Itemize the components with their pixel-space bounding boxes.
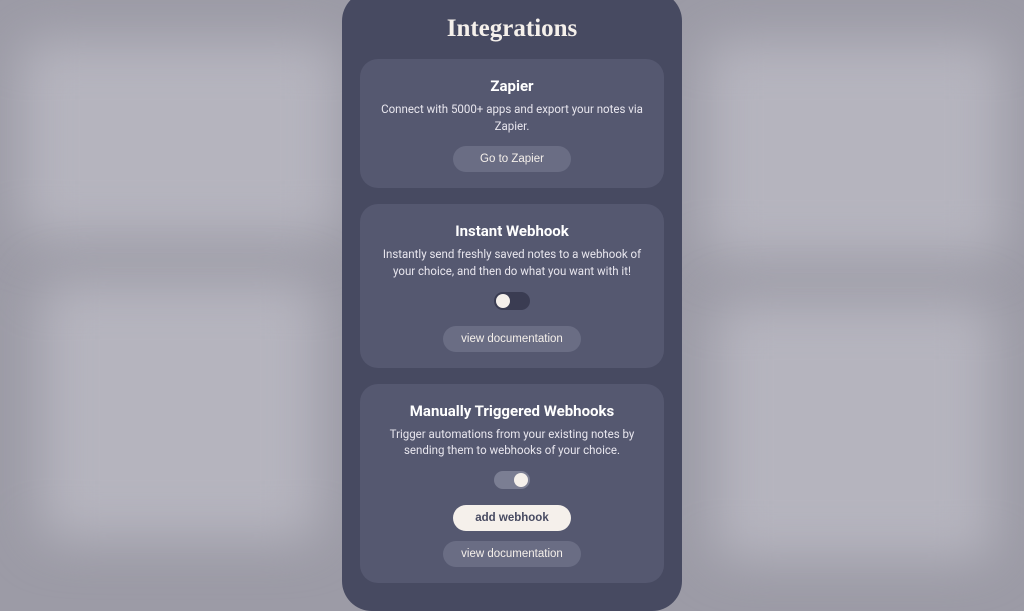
zapier-description: Connect with 5000+ apps and export your … bbox=[374, 101, 650, 134]
zapier-title: Zapier bbox=[374, 77, 650, 95]
add-webhook-button[interactable]: add webhook bbox=[453, 505, 571, 531]
instant-webhook-description: Instantly send freshly saved notes to a … bbox=[374, 246, 650, 279]
instant-webhook-title: Instant Webhook bbox=[374, 222, 650, 240]
integrations-panel: Integrations Zapier Connect with 5000+ a… bbox=[342, 0, 682, 611]
toggle-knob-icon bbox=[514, 473, 528, 487]
manual-webhooks-docs-button[interactable]: view documentation bbox=[443, 541, 581, 567]
card-manual-webhooks: Manually Triggered Webhooks Trigger auto… bbox=[360, 384, 664, 583]
card-zapier: Zapier Connect with 5000+ apps and expor… bbox=[360, 59, 664, 188]
manual-webhooks-description: Trigger automations from your existing n… bbox=[374, 426, 650, 459]
instant-webhook-toggle[interactable] bbox=[494, 292, 530, 310]
manual-webhooks-toggle[interactable] bbox=[494, 471, 530, 489]
go-to-zapier-button[interactable]: Go to Zapier bbox=[453, 146, 571, 172]
instant-webhook-docs-button[interactable]: view documentation bbox=[443, 326, 581, 352]
toggle-knob-icon bbox=[496, 294, 510, 308]
manual-webhooks-title: Manually Triggered Webhooks bbox=[374, 402, 650, 420]
page-title: Integrations bbox=[360, 15, 664, 43]
card-instant-webhook: Instant Webhook Instantly send freshly s… bbox=[360, 204, 664, 367]
